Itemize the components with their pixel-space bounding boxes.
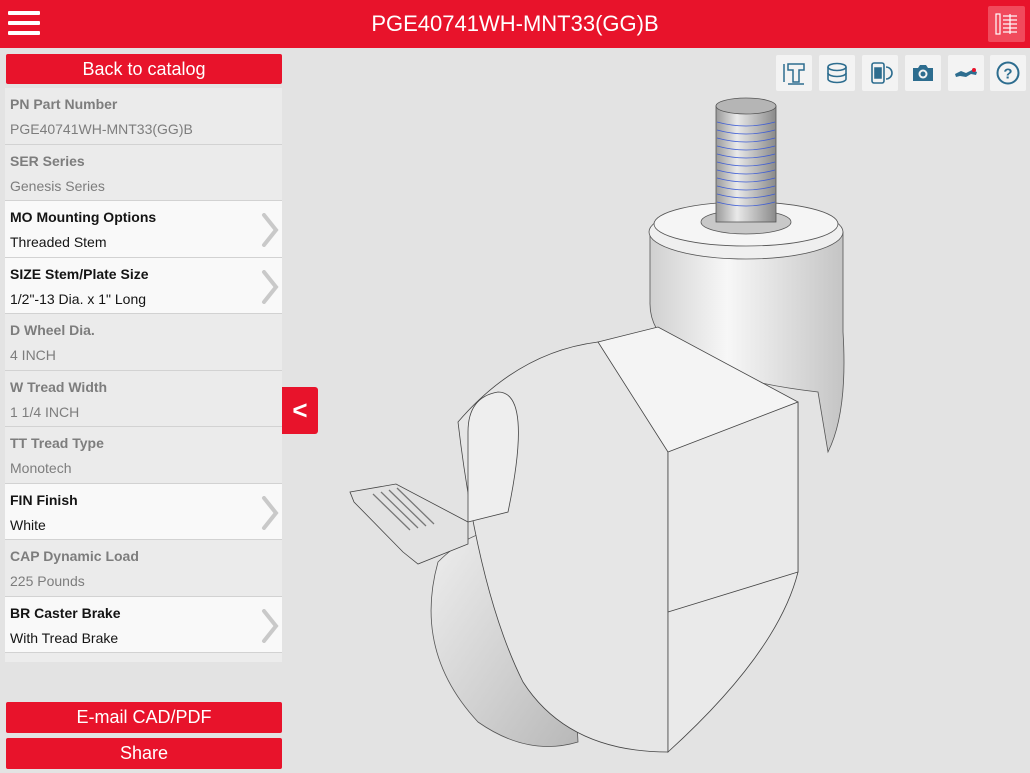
spec-list[interactable]: PN Part Number PGE40741WH-MNT33(GG)B SER S… — [5, 88, 282, 662]
svg-text:?: ? — [1003, 66, 1012, 83]
spec-row[interactable]: BR Caster Brake With Tread Brake — [5, 596, 282, 653]
top-bar: PGE40741WH-MNT33(GG)B — [0, 0, 1030, 48]
spec-value: Threaded Stem — [10, 234, 107, 250]
spec-label: CAP Dynamic Load — [10, 548, 139, 564]
spec-value: PGE40741WH-MNT33(GG)B — [10, 121, 193, 137]
caster-model-render — [349, 97, 845, 753]
spec-panel: Back to catalog PN Part Number PGE40741WH… — [0, 48, 286, 773]
spec-label: TT Tread Type — [10, 435, 104, 451]
viewer-toolbar: ? — [776, 55, 1026, 92]
spec-value: Genesis Series — [10, 177, 105, 194]
spec-value: 225 Pounds — [10, 573, 85, 589]
spec-row: CAP Dynamic Load 225 Pounds — [5, 540, 282, 597]
collapse-panel-button[interactable]: < — [282, 387, 318, 434]
spec-row: PN Part Number PGE40741WH-MNT33(GG)B — [5, 88, 282, 145]
spec-label: PN Part Number — [10, 96, 118, 112]
spec-value: White — [10, 516, 46, 533]
camera-icon[interactable] — [905, 55, 941, 91]
spec-value: 1 1/4 INCH — [10, 403, 80, 420]
spec-value: Monotech — [10, 460, 72, 476]
email-cad-pdf-button[interactable]: E-mail CAD/PDF — [6, 702, 282, 733]
spec-row: D Wheel Dia. 4 INCH — [5, 314, 282, 371]
chevron-right-icon — [262, 495, 279, 530]
help-icon[interactable]: ? — [990, 55, 1026, 91]
chevron-right-icon — [262, 213, 279, 247]
back-to-catalog-button[interactable]: Back to catalog — [6, 54, 282, 84]
spec-row[interactable]: SIZE Stem/Plate Size 1/2"-13 Dia. x 1" Lo… — [5, 257, 282, 314]
mobile-ar-icon[interactable] — [862, 55, 898, 91]
cylinder-icon[interactable] — [819, 55, 855, 91]
chevron-right-icon — [262, 608, 279, 643]
page-title: PGE40741WH-MNT33(GG)B — [371, 11, 659, 36]
spec-row[interactable]: MO Mounting Options Threaded Stem — [5, 201, 282, 258]
spec-label: FIN Finish — [10, 491, 78, 508]
spec-label: W Tread Width — [10, 378, 108, 395]
spec-row: SER Series Genesis Series — [5, 144, 282, 201]
spec-row: W Tread Width 1 1/4 INCH — [5, 370, 282, 427]
share-button[interactable]: Share — [6, 738, 282, 769]
spec-label: BR Caster Brake — [10, 604, 121, 621]
handshake-icon[interactable] — [948, 55, 984, 91]
spec-label: D Wheel Dia. — [10, 322, 95, 338]
spec-value: 4 INCH — [10, 347, 56, 363]
3d-model-viewport[interactable] — [318, 92, 1030, 773]
spec-label: SER Series — [10, 152, 85, 169]
spec-label: MO Mounting Options — [10, 209, 157, 225]
spec-value: With Tread Brake — [10, 629, 119, 646]
spec-row: TT Tread Type Monotech — [5, 427, 282, 484]
dimension-icon[interactable] — [776, 55, 812, 91]
spec-label: SIZE Stem/Plate Size — [10, 265, 149, 282]
spec-row[interactable]: FIN Finish White — [5, 483, 282, 540]
spec-value: 1/2"-13 Dia. x 1" Long — [10, 290, 147, 307]
list-view-icon[interactable] — [988, 6, 1025, 42]
chevron-right-icon — [262, 269, 279, 304]
